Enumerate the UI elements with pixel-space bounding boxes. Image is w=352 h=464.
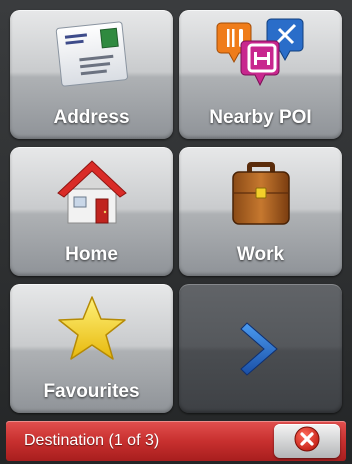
home-button[interactable]: Home	[10, 147, 173, 276]
address-button[interactable]: Address	[10, 10, 173, 139]
next-page-button[interactable]	[179, 284, 342, 413]
close-button[interactable]	[274, 424, 340, 458]
poi-pins-icon	[179, 16, 342, 94]
favourites-button[interactable]: Favourites	[10, 284, 173, 413]
favourites-label: Favourites	[43, 381, 140, 402]
house-icon	[10, 153, 173, 231]
star-icon	[10, 290, 173, 368]
nearby-poi-button[interactable]: Nearby POI	[179, 10, 342, 139]
address-label: Address	[53, 107, 130, 128]
destination-status-bar: Destination (1 of 3)	[6, 421, 346, 461]
work-label: Work	[236, 244, 285, 265]
destination-title: Destination (1 of 3)	[24, 432, 160, 449]
destination-menu-screen: Address Nearby POI Home Work Favourites …	[0, 0, 352, 464]
briefcase-icon	[179, 153, 342, 231]
home-label: Home	[65, 244, 118, 265]
chevron-right-icon	[179, 284, 342, 413]
work-button[interactable]: Work	[179, 147, 342, 276]
menu-grid: Address Nearby POI Home Work Favourites	[10, 10, 342, 415]
envelope-icon	[10, 16, 173, 94]
nearby-poi-label: Nearby POI	[209, 107, 312, 128]
close-icon	[293, 425, 321, 458]
